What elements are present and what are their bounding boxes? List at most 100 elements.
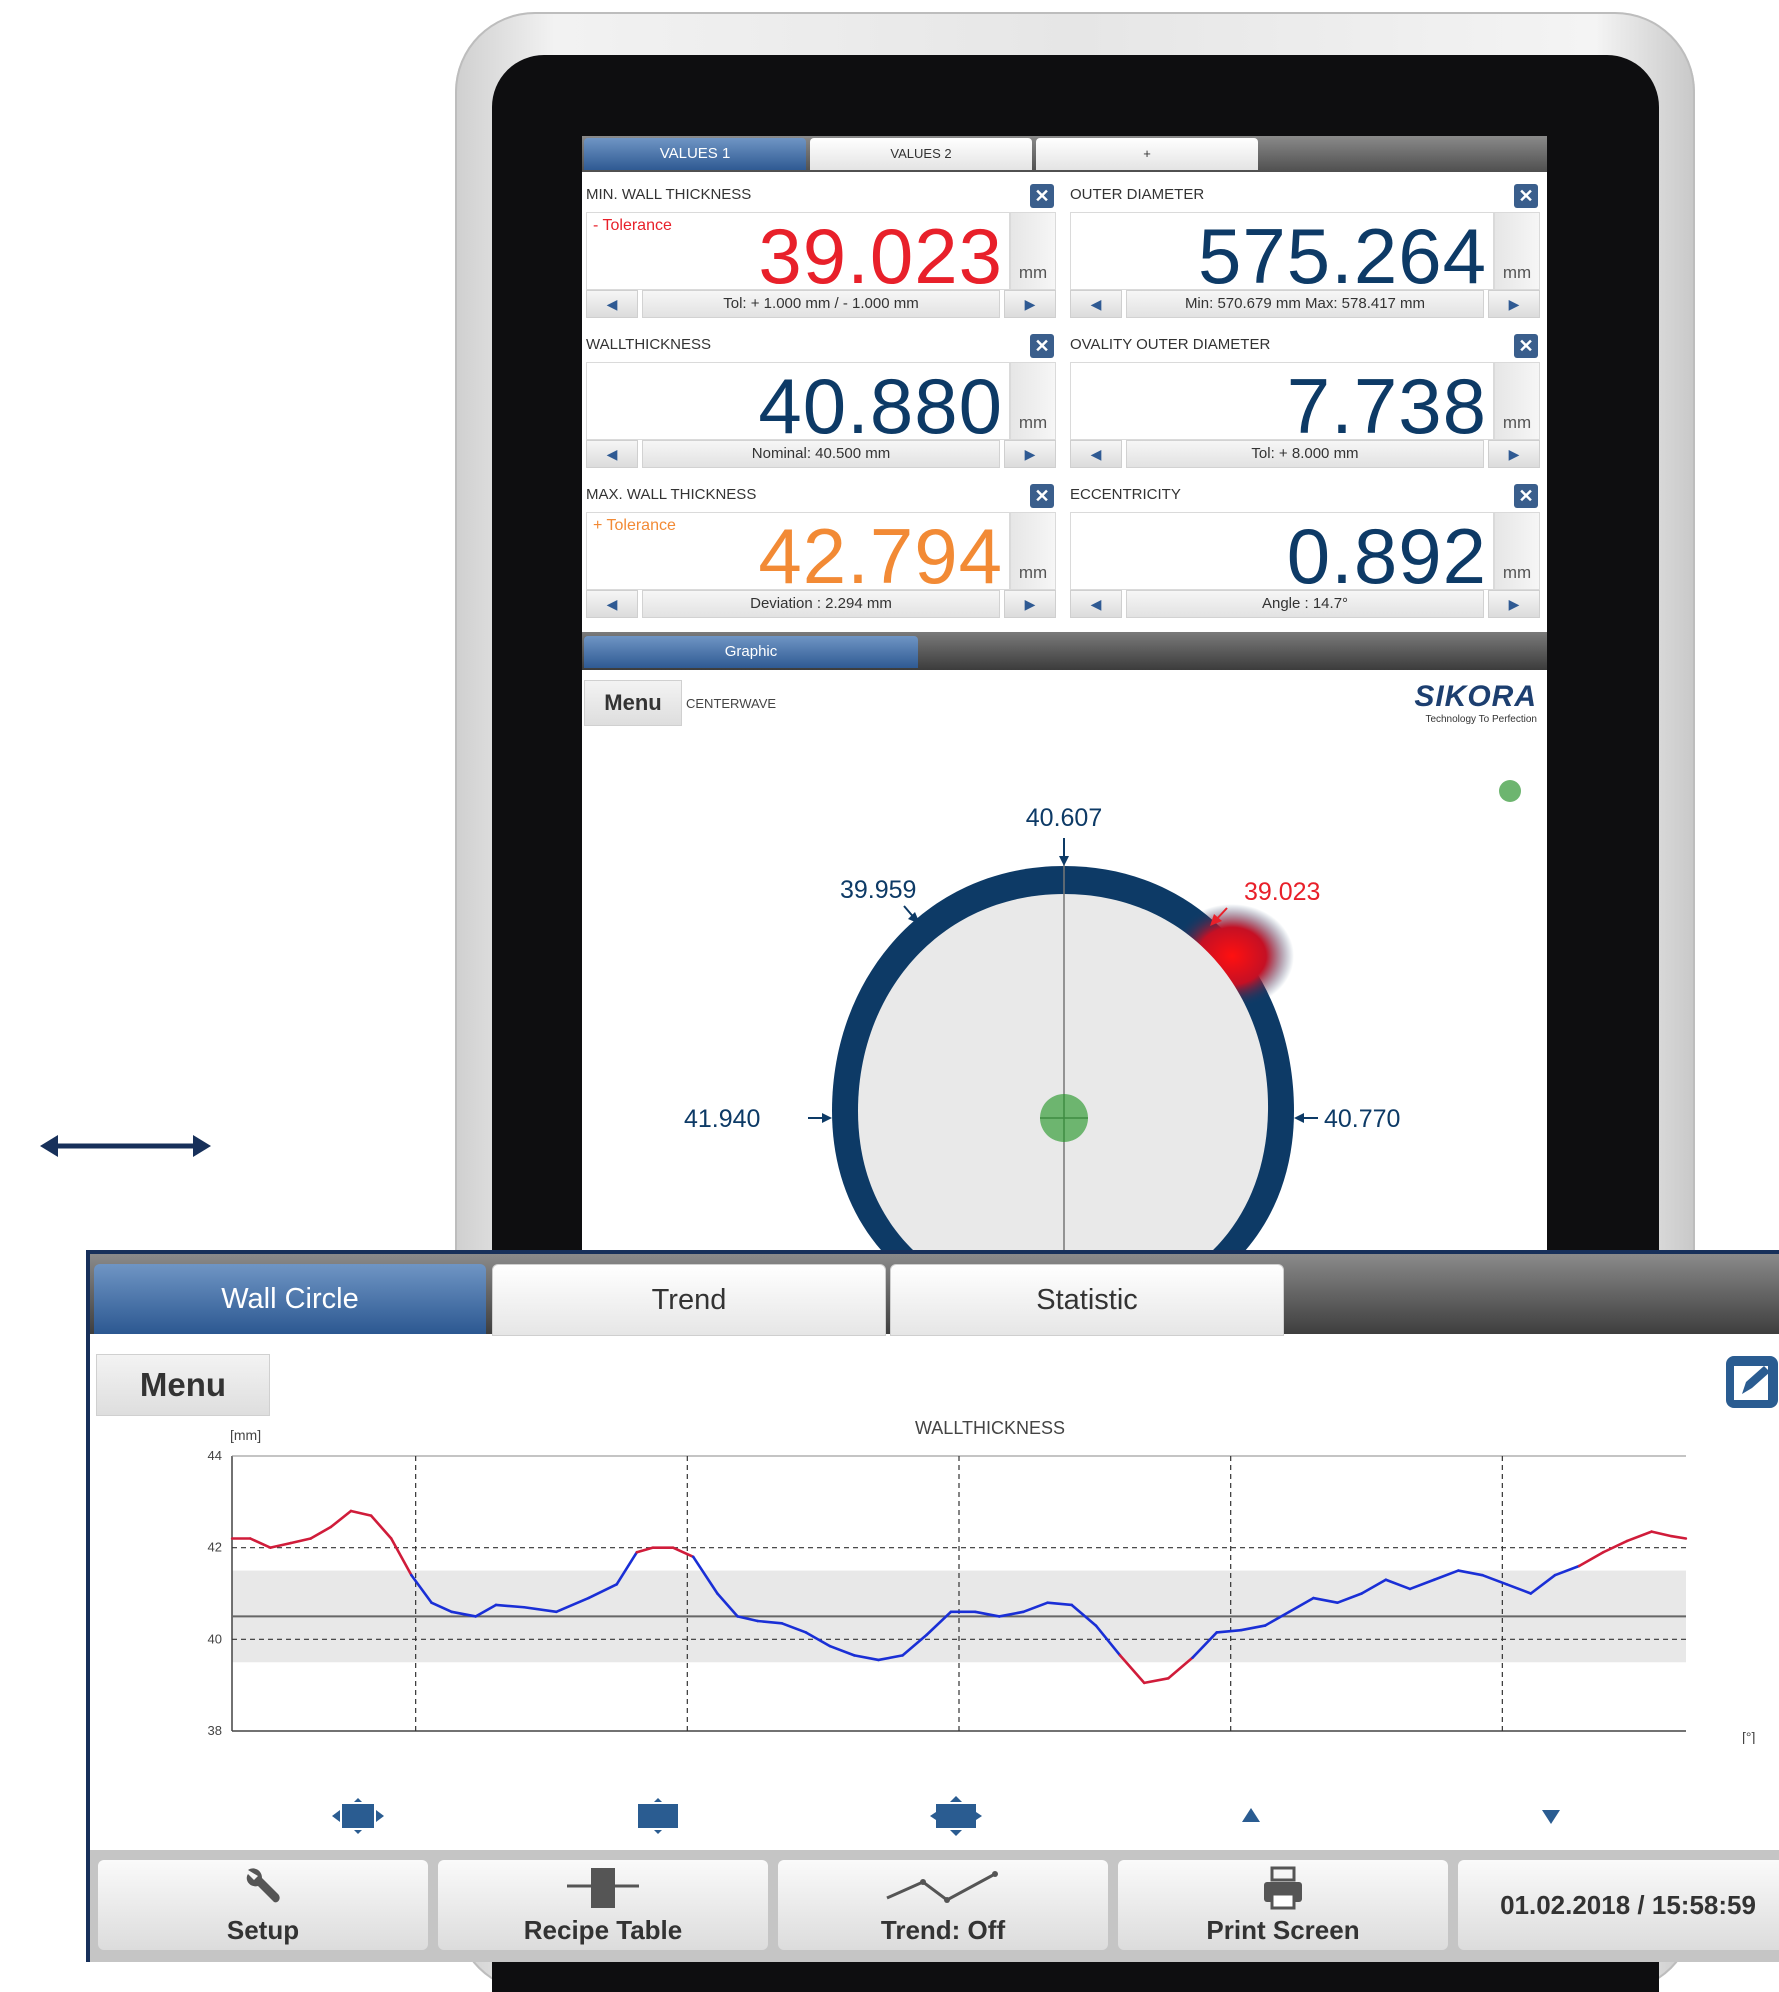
tab-values-1[interactable]: VALUES 1 (584, 138, 806, 170)
x-tick-label: 0 (955, 1741, 962, 1744)
datetime-display: 01.02.2018 / 15:58:59 (1458, 1860, 1779, 1950)
edit-icon[interactable] (1724, 1354, 1779, 1410)
prev-arrow-button[interactable]: ◀ (586, 290, 638, 318)
panel-title: MAX. WALL THICKNESS (586, 486, 757, 503)
status-indicator (1499, 780, 1521, 802)
recipe-table-label: Recipe Table (523, 1915, 683, 1945)
close-icon[interactable]: ✕ (1030, 334, 1054, 358)
unit-box: mm (1010, 512, 1056, 590)
setup-button[interactable]: Setup (98, 1860, 428, 1950)
value-box: 0.892 (1070, 512, 1494, 600)
wall-label-top: 40.607 (1026, 804, 1102, 832)
panel-nav: ◀ Nominal: 40.500 mm ▶ (586, 440, 1056, 468)
print-screen-label: Print Screen (1206, 1915, 1360, 1945)
menu-button[interactable]: Menu (584, 680, 682, 726)
panel-min-wall-thickness: MIN. WALL THICKNESS ✕ - Tolerance 39.023… (582, 184, 1062, 335)
panel-eccentricity: ECCENTRICITY ✕ 0.892 mm ◀ Angle : 14.7° … (1066, 484, 1546, 635)
close-icon[interactable]: ✕ (1514, 334, 1538, 358)
unit-box: mm (1494, 512, 1540, 590)
unit-label: mm (1018, 563, 1048, 582)
prev-arrow-button[interactable]: ◀ (586, 590, 638, 618)
tab-statistic[interactable]: Statistic (890, 1264, 1284, 1336)
tolerance-label: + Tolerance (593, 517, 676, 534)
panel-nav: ◀ Deviation : 2.294 mm ▶ (586, 590, 1056, 618)
panel-title: OVALITY OUTER DIAMETER (1070, 336, 1271, 353)
next-arrow-button[interactable]: ▶ (1004, 290, 1056, 318)
value-display: 7.738 (1286, 362, 1487, 450)
value-display: 0.892 (1286, 512, 1487, 600)
panel-info: Tol: + 8.000 mm (1126, 440, 1484, 468)
series-segment (389, 1537, 413, 1577)
panel-nav: ◀ Tol: + 1.000 mm / - 1.000 mm ▶ (586, 290, 1056, 318)
compress-horizontal-icon[interactable] (630, 1796, 686, 1836)
panel-title: OUTER DIAMETER (1070, 186, 1205, 203)
close-icon[interactable]: ✕ (1030, 184, 1054, 208)
next-arrow-button[interactable]: ▶ (1488, 440, 1540, 468)
series-segment (269, 1541, 292, 1549)
close-icon[interactable]: ✕ (1514, 184, 1538, 208)
setup-label: Setup (226, 1915, 300, 1945)
prev-arrow-button[interactable]: ◀ (1070, 290, 1122, 318)
prev-arrow-button[interactable]: ◀ (1070, 590, 1122, 618)
series-segment (1601, 1539, 1629, 1554)
series-segment (248, 1537, 272, 1549)
prev-arrow-button[interactable]: ◀ (586, 440, 638, 468)
x-tick-label: 134.93 (1482, 1741, 1522, 1744)
tab-add[interactable]: + (1036, 138, 1258, 170)
wall-label-right: 40.770 (1324, 1105, 1400, 1133)
arrow-down-icon[interactable] (1536, 1796, 1566, 1836)
arrow-up-icon[interactable] (1236, 1796, 1266, 1836)
panel-info: Angle : 14.7° (1126, 590, 1484, 618)
panel-info: Min: 570.679 mm Max: 578.417 mm (1126, 290, 1484, 318)
series-segment (349, 1509, 373, 1517)
double-arrow-icon (40, 1135, 211, 1157)
wall-circle-graphic: 40.607 39.959 39.023 41.940 40.770 (684, 780, 1521, 1256)
series-segment (309, 1525, 333, 1540)
tab-graphic[interactable]: Graphic (584, 636, 918, 668)
trend-line-icon (886, 1871, 998, 1903)
bottom-toolbar: Setup Recipe Table Trend: Off Print Scre… (90, 1850, 1779, 1962)
wallthickness-chart: WALLTHICKNESS [mm] [°] -180.54 -134.93 -67… (208, 1418, 1756, 1744)
tab-values-2[interactable]: VALUES 2 (810, 138, 1032, 170)
panel-title: WALLTHICKNESS (586, 336, 712, 353)
values-tabbar: VALUES 1 VALUES 2 + (582, 136, 1547, 172)
x-axis-label: [°] (1742, 1729, 1755, 1744)
panel-wallthickness: WALLTHICKNESS ✕ 40.880 mm ◀ Nominal: 40.… (582, 334, 1062, 485)
panel-nav: ◀ Tol: + 8.000 mm ▶ (1070, 440, 1540, 468)
tolerance-label: - Tolerance (593, 217, 672, 234)
unit-label: mm (1502, 563, 1532, 582)
wall-label-left: 41.940 (684, 1105, 760, 1133)
value-display: 39.023 (758, 212, 1003, 300)
y-tick-label: 42 (208, 1540, 222, 1555)
recipe-table-button[interactable]: Recipe Table (438, 1860, 768, 1950)
overlay-menu-button[interactable]: Menu (96, 1354, 270, 1416)
prev-arrow-button[interactable]: ◀ (1070, 440, 1122, 468)
next-arrow-button[interactable]: ▶ (1488, 290, 1540, 318)
brand-logo: SIKORA (1414, 680, 1537, 713)
expand-horizontal-icon[interactable] (330, 1796, 386, 1836)
tab-wall-circle[interactable]: Wall Circle (94, 1264, 486, 1334)
wall-label-top-right: 39.023 (1244, 878, 1320, 906)
expand-vertical-icon[interactable] (928, 1796, 984, 1836)
unit-label: mm (1018, 413, 1048, 432)
unit-label: mm (1502, 413, 1532, 432)
series-segment (1650, 1530, 1674, 1538)
datetime-label: 01.02.2018 / 15:58:59 (1500, 1890, 1756, 1920)
next-arrow-button[interactable]: ▶ (1004, 590, 1056, 618)
close-icon[interactable]: ✕ (1030, 484, 1054, 508)
tablet-screen: VALUES 1 VALUES 2 + MIN. WALL THICKNESS … (582, 136, 1547, 1256)
print-screen-button[interactable]: Print Screen (1118, 1860, 1448, 1950)
x-tick-label: 67.47 (1214, 1741, 1247, 1744)
series-segment (329, 1509, 353, 1529)
tab-trend[interactable]: Trend (492, 1264, 886, 1336)
next-arrow-button[interactable]: ▶ (1004, 440, 1056, 468)
panel-max-wall-thickness: MAX. WALL THICKNESS ✕ + Tolerance 42.794… (582, 484, 1062, 635)
unit-box: mm (1494, 212, 1540, 290)
panel-title: ECCENTRICITY (1070, 486, 1181, 503)
y-tick-label: 44 (208, 1448, 222, 1463)
trend-off-button[interactable]: Trend: Off (778, 1860, 1108, 1950)
close-icon[interactable]: ✕ (1514, 484, 1538, 508)
x-tick-label: -180.54 (210, 1741, 254, 1744)
unit-box: mm (1494, 362, 1540, 440)
next-arrow-button[interactable]: ▶ (1488, 590, 1540, 618)
